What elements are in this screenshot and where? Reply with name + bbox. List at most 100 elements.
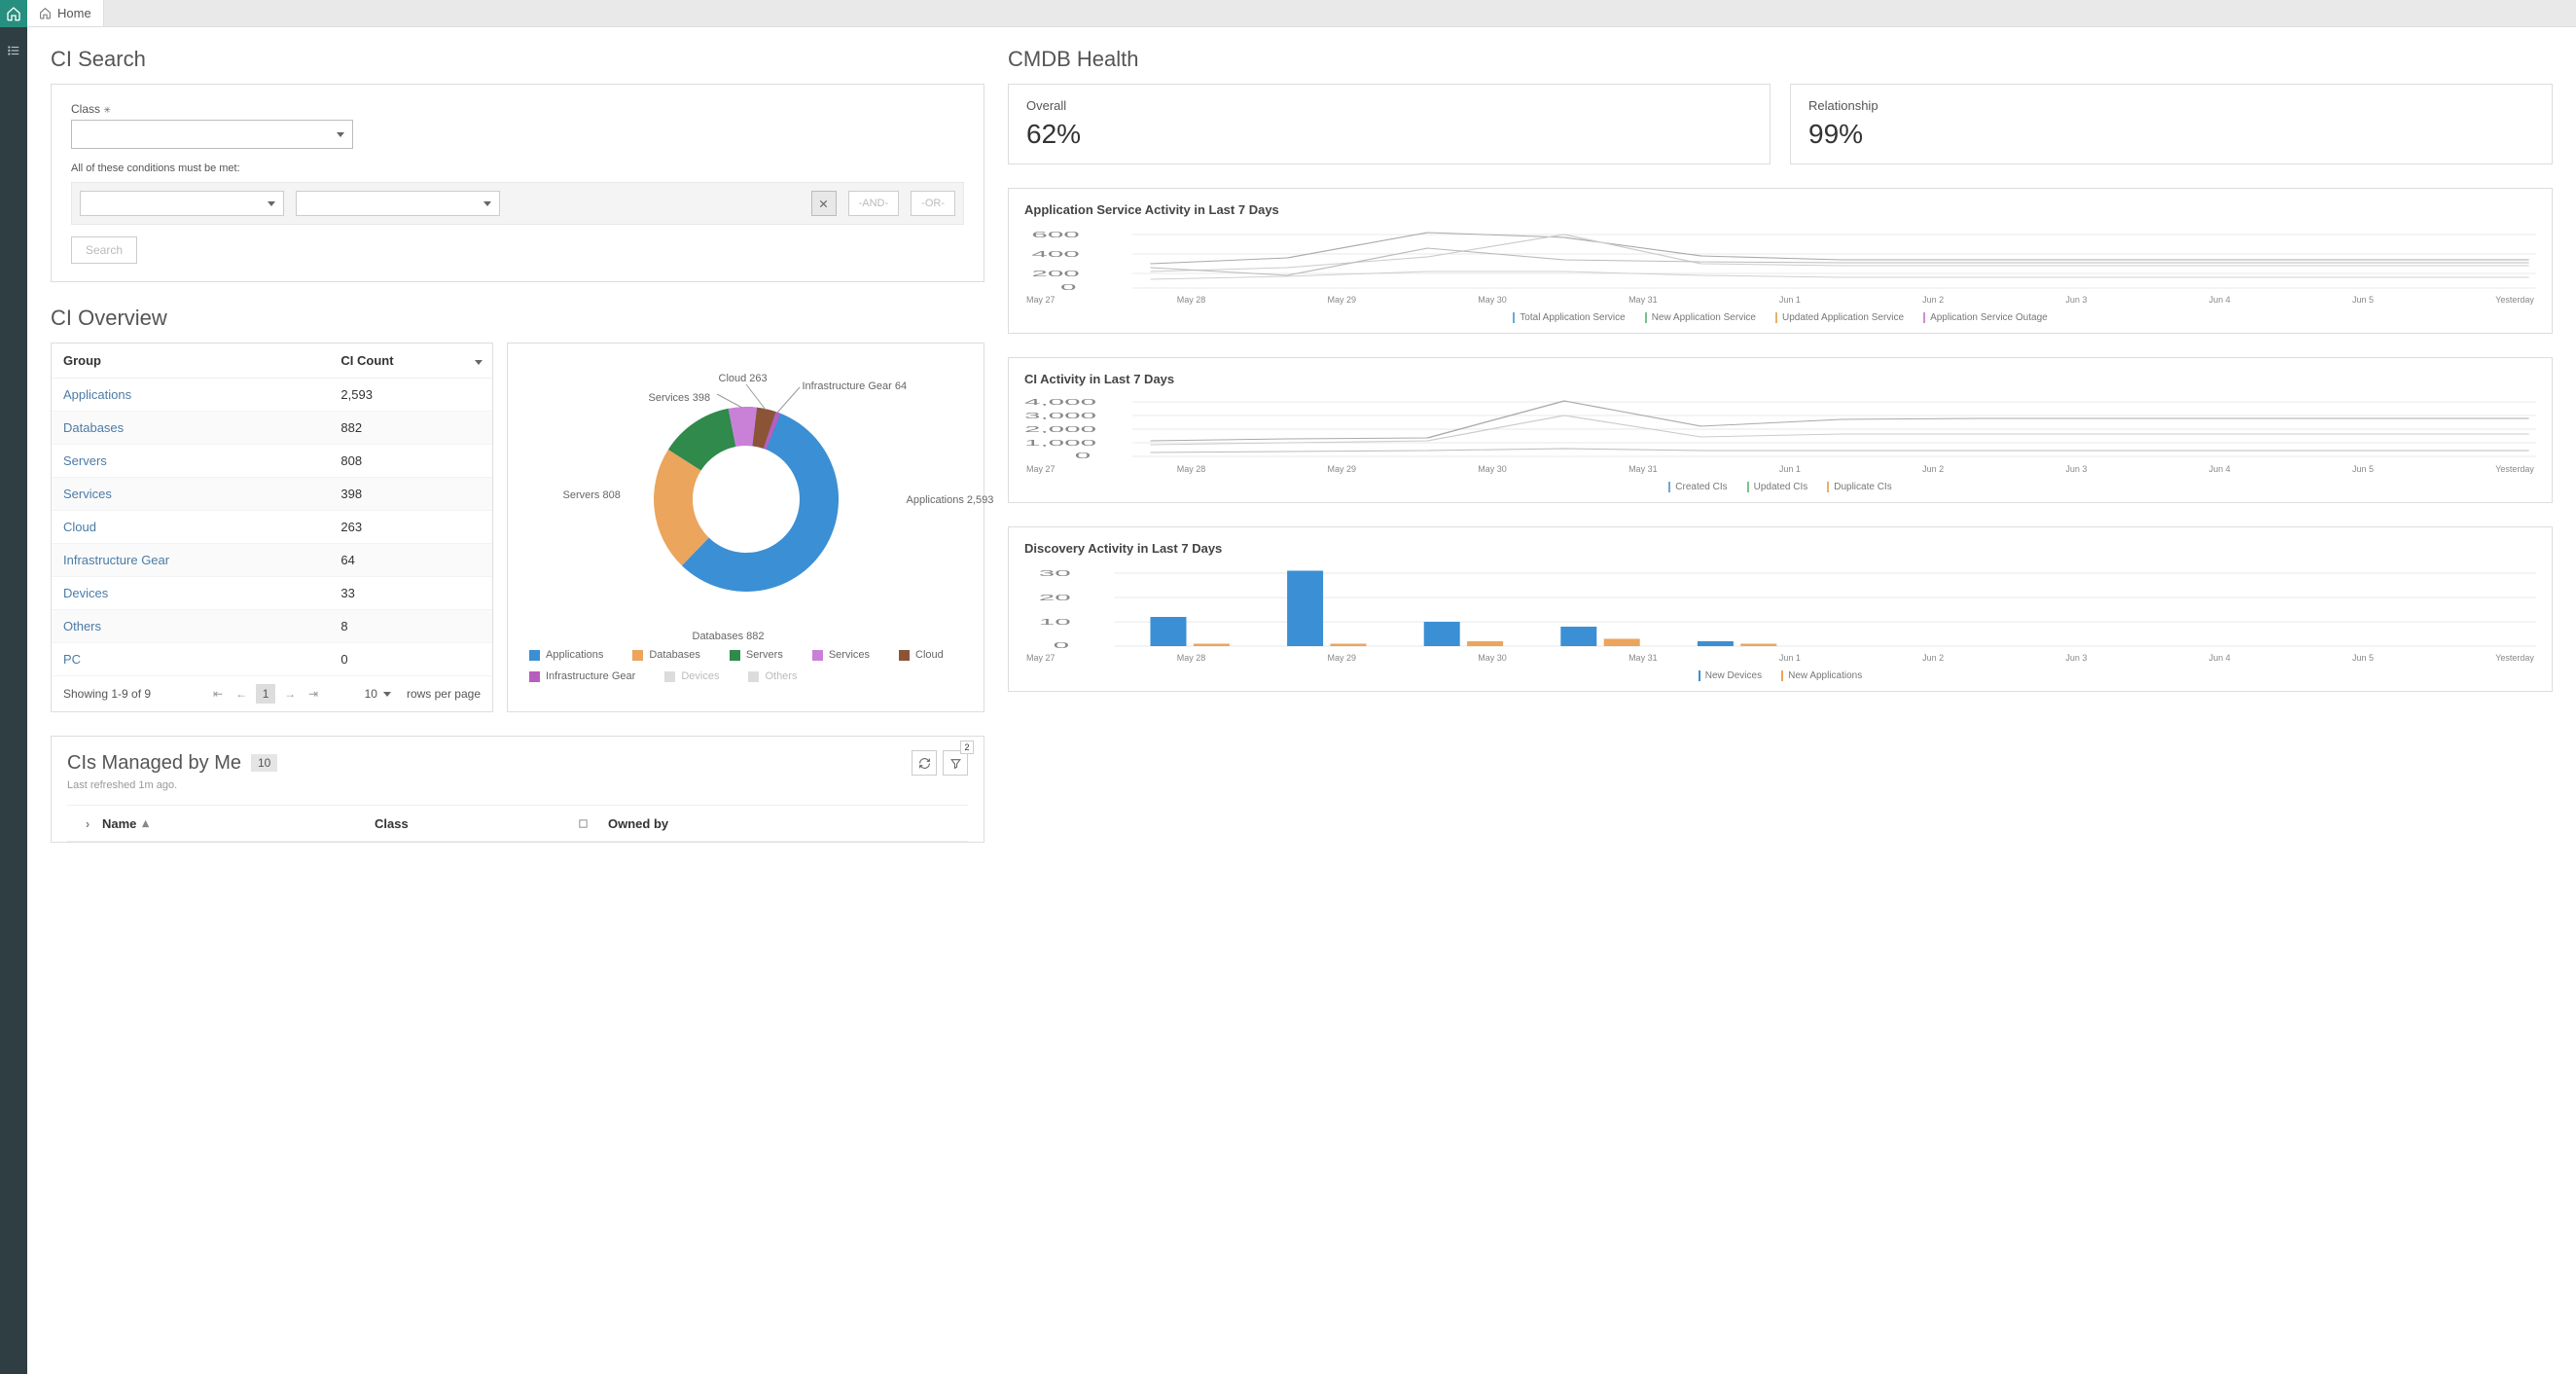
close-icon [818,199,829,209]
page-next-button[interactable]: → [281,684,299,704]
caret-down-icon [383,692,391,697]
cis-managed-panel: CIs Managed by Me 10 2 Last refre [51,736,984,843]
svg-text:0: 0 [1060,283,1076,292]
svg-text:600: 600 [1031,231,1079,239]
svg-text:1,000: 1,000 [1024,439,1096,448]
condition-field-select[interactable] [80,191,284,216]
tab-home[interactable]: Home [27,0,104,26]
table-row: Infrastructure Gear64 [52,544,492,577]
donut-label-databases: Databases 882 [693,631,765,642]
legend-item[interactable]: Infrastructure Gear [529,670,635,682]
axis-tick: Jun 3 [2065,653,2087,663]
filter-icon [949,757,962,770]
home-icon[interactable] [0,0,27,27]
table-row: Servers 808 [52,445,492,478]
legend-item[interactable]: Updated CIs [1747,482,1808,492]
axis-tick: Jun 2 [1922,295,1944,305]
refresh-button[interactable] [912,750,937,776]
group-link[interactable]: Devices [63,586,108,600]
col-ci-count[interactable]: CI Count [329,344,492,379]
legend-item[interactable]: Databases [632,649,700,661]
axis-tick: May 30 [1478,653,1507,663]
legend-item[interactable]: Total Application Service [1513,312,1625,323]
remove-condition-button[interactable] [811,191,837,216]
col-owned-by[interactable]: Owned by [589,816,962,831]
table-row: Devices33 [52,577,492,610]
page-prev-button[interactable]: ← [233,684,250,704]
app-activity-chart[interactable]: 6004002000 [1024,225,2536,293]
group-link[interactable]: PC [63,652,81,667]
axis-tick: May 31 [1628,295,1658,305]
page-number: 1 [256,684,275,704]
cis-managed-title: CIs Managed by Me [67,752,241,775]
group-link[interactable]: Servers [63,453,107,468]
health-relationship-card[interactable]: Relationship 99% [1790,84,2553,164]
axis-tick: Jun 4 [2209,295,2231,305]
group-link[interactable]: Applications [63,387,131,402]
axis-tick: Yesterday [2495,464,2534,474]
search-button[interactable]: Search [71,236,137,264]
cis-managed-count: 10 [251,754,277,772]
table-row: Others8 [52,610,492,643]
ci-activity-panel: CI Activity in Last 7 Days 4,0003,0002,0… [1008,357,2553,503]
axis-tick: May 30 [1478,464,1507,474]
col-group[interactable]: Group [52,344,329,379]
discovery-activity-chart[interactable]: 3020100 [1024,563,2536,651]
col-class[interactable]: Class [375,816,589,831]
legend-item[interactable]: Application Service Outage [1923,312,2048,323]
ci-activity-chart[interactable]: 4,0003,0002,0001,0000 [1024,394,2536,462]
cmdb-health-title: CMDB Health [1008,47,2553,72]
axis-tick: Jun 1 [1779,464,1801,474]
expand-all-button[interactable]: › [73,816,102,831]
caret-down-icon [337,132,344,137]
showing-text: Showing 1-9 of 9 [63,687,151,701]
list-icon[interactable] [0,37,27,64]
axis-tick: Jun 4 [2209,653,2231,663]
legend-item[interactable]: New Application Service [1645,312,1756,323]
donut-label-servers: Servers 808 [563,489,621,501]
legend-item[interactable]: Applications [529,649,603,661]
health-overall-label: Overall [1026,98,1752,113]
caret-down-icon [268,201,275,206]
legend-item[interactable]: Cloud [899,649,944,661]
group-link[interactable]: Cloud [63,520,96,534]
ci-count-cell: 2,593 [329,379,492,412]
legend-item[interactable]: New Devices [1699,670,1762,681]
donut-label-services: Services 398 [649,392,711,404]
ci-overview-chart-card: Applications 2,593 Databases 882 Servers… [507,343,984,712]
legend-item[interactable]: Devices [664,670,719,682]
table-row: PC0 [52,643,492,676]
group-link[interactable]: Services [63,487,112,501]
health-overall-card[interactable]: Overall 62% [1008,84,1771,164]
or-button[interactable]: -OR- [911,191,955,216]
app-activity-panel: Application Service Activity in Last 7 D… [1008,188,2553,334]
legend-item[interactable]: Services [812,649,870,661]
managed-table-header: › Name ▴ Class Owned by [67,805,968,842]
donut-chart[interactable]: Applications 2,593 Databases 882 Servers… [610,363,882,635]
axis-tick: Jun 1 [1779,653,1801,663]
donut-label-applications: Applications 2,593 [907,494,994,506]
legend-item[interactable]: New Applications [1781,670,1862,681]
group-link[interactable]: Databases [63,420,124,435]
legend-item[interactable]: Others [748,670,797,682]
class-select[interactable] [71,120,353,149]
col-name[interactable]: Name ▴ [102,815,375,831]
condition-operator-select[interactable] [296,191,500,216]
app-activity-title: Application Service Activity in Last 7 D… [1024,202,2536,217]
ci-overview-table: Group CI Count Applications 2,593 Database… [52,344,492,676]
and-button[interactable]: -AND- [848,191,900,216]
group-link[interactable]: Others [63,619,101,633]
legend-item[interactable]: Created CIs [1668,482,1727,492]
legend-item[interactable]: Servers [730,649,783,661]
page-last-button[interactable]: ⇥ [304,684,322,704]
health-relationship-label: Relationship [1808,98,2534,113]
group-link[interactable]: Infrastructure Gear [63,553,169,567]
axis-tick: Jun 3 [2065,295,2087,305]
rows-per-page-value[interactable]: 10 [365,687,377,701]
axis-tick: May 29 [1328,464,1357,474]
ci-count-cell: 808 [329,445,492,478]
page-first-button[interactable]: ⇤ [209,684,227,704]
legend-item[interactable]: Updated Application Service [1775,312,1904,323]
legend-item[interactable]: Duplicate CIs [1827,482,1891,492]
svg-text:30: 30 [1039,569,1071,578]
